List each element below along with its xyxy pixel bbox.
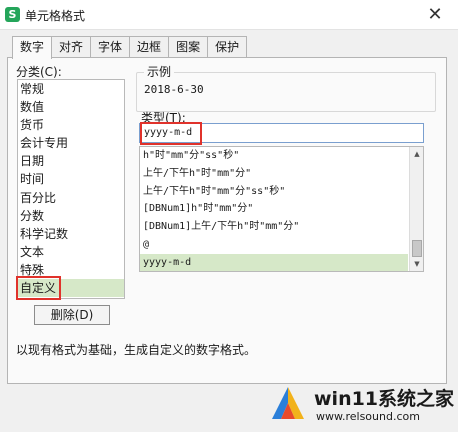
scroll-thumb[interactable] [412,240,422,257]
category-item[interactable]: 常规 [18,80,124,98]
format-list-scrollbar[interactable]: ▲ ▼ [409,147,423,271]
windows-logo-icon [272,387,304,419]
format-item[interactable]: @ [140,236,408,254]
title-bar: S 单元格格式 ✕ [0,0,458,30]
sample-value: 2018-6-30 [144,83,204,96]
category-item[interactable]: 数值 [18,98,124,116]
watermark-title: win11系统之家 [314,388,455,410]
format-description: 以现有格式为基础，生成自定义的数字格式。 [16,343,257,357]
tab-number[interactable]: 数字 [12,36,53,59]
tab-alignment[interactable]: 对齐 [51,36,92,58]
app-icon: S [5,7,20,22]
delete-button[interactable]: 删除(D) [34,305,110,325]
format-item-selected[interactable]: yyyy-m-d [140,253,408,271]
number-panel: 分类(C): 常规 数值 货币 会计专用 日期 时间 百分比 分数 科学记数 文… [7,57,447,384]
category-item[interactable]: 科学记数 [18,225,124,243]
tab-bar: 数字 对齐 字体 边框 图案 保护 [12,36,248,59]
category-item[interactable]: 文本 [18,243,124,261]
format-item[interactable]: [DBNum1]h"时"mm"分" [140,200,408,218]
watermark: win11系统之家 www.relsound.com [260,378,458,432]
scroll-up-arrow-icon[interactable]: ▲ [410,147,423,161]
scroll-down-arrow-icon[interactable]: ▼ [410,257,423,271]
close-button[interactable]: ✕ [424,4,446,26]
category-label: 分类(C): [16,65,62,79]
tab-protection[interactable]: 保护 [207,36,248,58]
category-item[interactable]: 会计专用 [18,134,124,152]
watermark-url: www.relsound.com [316,410,420,423]
format-item[interactable]: 上午/下午h"时"mm"分" [140,165,408,183]
category-list[interactable]: 常规 数值 货币 会计专用 日期 时间 百分比 分数 科学记数 文本 特殊 自定… [17,79,125,299]
category-item[interactable]: 分数 [18,207,124,225]
category-item[interactable]: 货币 [18,116,124,134]
category-item-custom[interactable]: 自定义 [18,279,124,298]
format-item[interactable]: [DBNum1]上午/下午h"时"mm"分" [140,218,408,236]
format-list[interactable]: h"时"mm"分"ss"秒" 上午/下午h"时"mm"分" 上午/下午h"时"m… [139,146,424,272]
dialog-title: 单元格格式 [25,9,86,23]
tab-border[interactable]: 边框 [129,36,170,58]
category-item[interactable]: 特殊 [18,261,124,279]
category-item[interactable]: 日期 [18,152,124,170]
format-item[interactable]: h"时"mm"分"ss"秒" [140,147,408,165]
tab-font[interactable]: 字体 [90,36,131,58]
tab-pattern[interactable]: 图案 [168,36,209,58]
sample-label: 示例 [144,63,175,80]
category-item[interactable]: 时间 [18,170,124,188]
format-item[interactable]: 上午/下午h"时"mm"分"ss"秒" [140,183,408,201]
category-item[interactable]: 百分比 [18,189,124,207]
type-input[interactable]: yyyy-m-d [139,123,424,143]
